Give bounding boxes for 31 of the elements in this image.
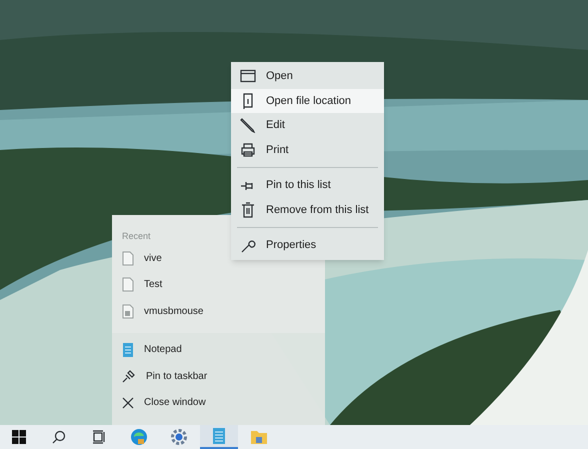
file-icon [122, 277, 134, 292]
notepad-icon [122, 342, 134, 358]
trash-icon [241, 202, 255, 218]
recent-file-item[interactable]: vmusbmouse [112, 298, 325, 324]
menu-item[interactable]: Remove from this list [231, 198, 384, 222]
section-heading: Recent [121, 230, 151, 242]
browser-icon [130, 428, 148, 446]
pencil-icon [240, 117, 256, 134]
gear-icon [170, 428, 188, 446]
search-icon [52, 430, 66, 444]
file-icon [122, 250, 134, 266]
window-icon [240, 69, 256, 84]
file-icon [122, 304, 134, 319]
recent-file-item[interactable]: Test [112, 272, 325, 298]
menu-item[interactable]: Properties [231, 233, 384, 258]
task-view-icon [92, 430, 106, 444]
menu-item[interactable]: Open file location [231, 88, 384, 114]
menu-item[interactable]: Pin to this list [231, 173, 384, 198]
folder-icon [250, 429, 268, 445]
menu-item[interactable]: Print [231, 138, 384, 162]
task-item[interactable]: Close window [112, 390, 325, 416]
windows-logo-icon [12, 430, 26, 444]
menu-item[interactable]: Edit [231, 113, 384, 138]
task-item[interactable]: Pin to taskbar [112, 363, 325, 390]
pin-icon [122, 369, 136, 384]
notepad-icon [212, 427, 226, 445]
document-icon [241, 92, 255, 109]
close-icon [122, 396, 134, 409]
printer-icon [240, 142, 256, 158]
menu-item[interactable]: Open [231, 64, 384, 89]
task-item[interactable]: Notepad [112, 336, 325, 363]
